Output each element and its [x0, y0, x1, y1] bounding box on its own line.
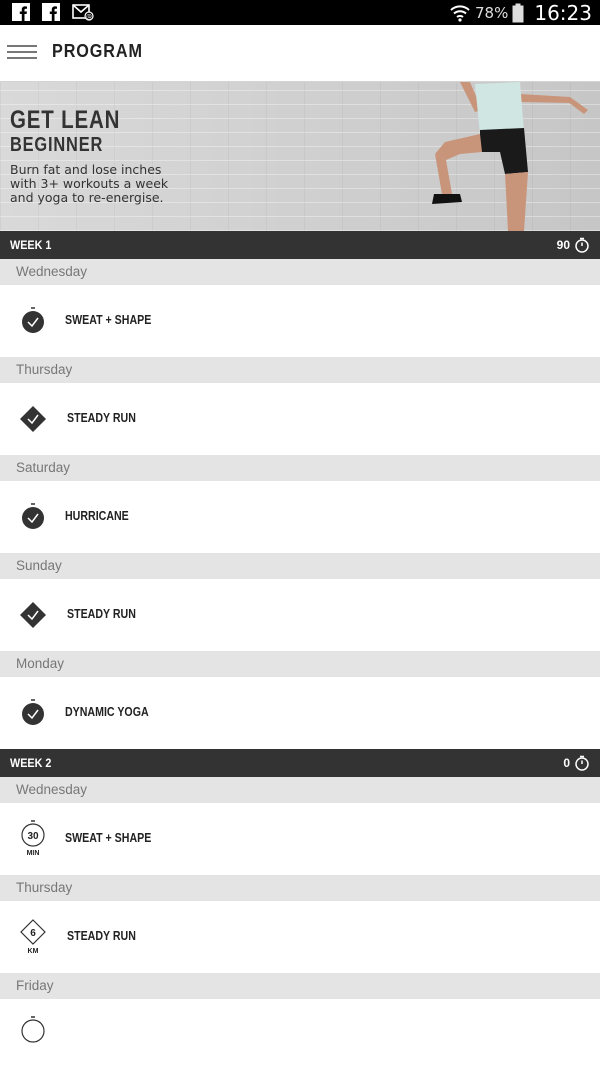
timer-icon [21, 1016, 45, 1043]
day-header: Monday [0, 651, 600, 677]
day-label: Wednesday [16, 782, 88, 797]
completed-timer-icon [22, 307, 44, 333]
day-header: Saturday [0, 455, 600, 481]
week-label: WEEK 2 [10, 756, 52, 770]
completed-timer-icon [22, 503, 44, 529]
program-hero-banner: GET LEAN BEGINNER Burn fat and lose inch… [0, 82, 600, 231]
workout-row[interactable]: SWEAT + SHAPE [0, 285, 600, 358]
workout-name: DYNAMIC YOGA [65, 705, 149, 719]
battery-icon [512, 3, 524, 23]
week-count: 0 [563, 756, 570, 770]
workout-name: SWEAT + SHAPE [65, 831, 152, 845]
email-notification-icon: @ [72, 4, 94, 21]
day-label: Wednesday [16, 264, 88, 279]
day-label: Sunday [16, 558, 62, 573]
stopwatch-icon [575, 755, 589, 771]
run-distance-diamond-icon: 6 [20, 919, 46, 945]
workout-row[interactable]: 6 KM STEADY RUN [0, 901, 600, 974]
workout-name: STEADY RUN [67, 411, 136, 425]
workout-row[interactable] [0, 999, 600, 1071]
workout-name: STEADY RUN [67, 607, 136, 621]
day-label: Monday [16, 656, 65, 671]
app-bar: PROGRAM [0, 25, 600, 82]
svg-text:@: @ [86, 14, 92, 21]
workout-metric-unit: MIN [26, 850, 40, 857]
workout-name: SWEAT + SHAPE [65, 313, 152, 327]
program-title: GET LEAN [10, 106, 121, 134]
workout-metric: 30 [27, 831, 39, 842]
battery-percent: 78% [475, 4, 509, 22]
athlete-image [432, 82, 588, 231]
day-label: Thursday [16, 362, 73, 377]
completed-run-diamond-icon [20, 602, 46, 628]
workout-row[interactable]: DYNAMIC YOGA [0, 677, 600, 749]
day-label: Thursday [16, 880, 73, 895]
facebook-icon [42, 3, 60, 21]
week-header: WEEK 1 90 [0, 231, 600, 259]
week-label: WEEK 1 [10, 238, 52, 252]
workout-row[interactable]: STEADY RUN [0, 579, 600, 652]
workout-metric-unit: KM [27, 948, 39, 955]
day-header: Sunday [0, 553, 600, 579]
workout-row[interactable]: HURRICANE [0, 481, 600, 554]
week-count: 90 [556, 238, 570, 252]
wifi-icon [450, 5, 470, 22]
workout-name: STEADY RUN [67, 929, 136, 943]
clock: 16:23 [534, 1, 592, 25]
day-header: Wednesday [0, 259, 600, 285]
hamburger-menu-icon[interactable] [7, 45, 37, 61]
timer-icon: 30 [21, 820, 45, 847]
completed-run-diamond-icon [20, 406, 46, 432]
page-title: PROGRAM [52, 41, 143, 61]
completed-timer-icon [22, 699, 44, 725]
workout-name: HURRICANE [65, 509, 129, 523]
facebook-icon [12, 3, 30, 21]
day-header: Wednesday [0, 777, 600, 803]
stopwatch-icon [575, 237, 589, 253]
day-label: Saturday [16, 460, 71, 475]
day-header: Thursday [0, 875, 600, 901]
workout-row[interactable]: 30 MIN SWEAT + SHAPE [0, 803, 600, 876]
program-description: Burn fat and lose inches with 3+ workout… [10, 162, 169, 205]
day-header: Friday [0, 973, 600, 999]
day-header: Thursday [0, 357, 600, 383]
workout-metric: 6 [30, 928, 36, 939]
program-level: BEGINNER [10, 134, 104, 156]
week-header: WEEK 2 0 [0, 749, 600, 777]
day-label: Friday [16, 978, 54, 993]
workout-row[interactable]: STEADY RUN [0, 383, 600, 456]
status-bar: @ 78% 16:23 [0, 0, 600, 25]
